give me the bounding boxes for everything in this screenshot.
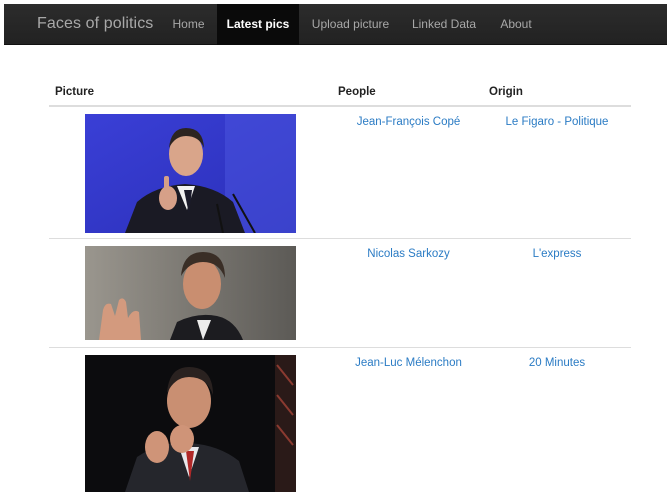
header-origin: Origin bbox=[489, 86, 523, 98]
header-picture: Picture bbox=[55, 86, 94, 98]
table-row: Jean-Luc Mélenchon 20 Minutes bbox=[49, 348, 631, 494]
people-link[interactable]: Jean-François Copé bbox=[338, 116, 479, 128]
top-navbar: Faces of politics Home Latest pics Uploa… bbox=[4, 4, 667, 45]
people-link[interactable]: Jean-Luc Mélenchon bbox=[338, 357, 479, 369]
nav-item-about[interactable]: About bbox=[486, 4, 546, 45]
politician-photo[interactable] bbox=[85, 114, 296, 233]
origin-link[interactable]: 20 Minutes bbox=[489, 357, 625, 369]
nav-item-home[interactable]: Home bbox=[160, 4, 217, 45]
origin-link[interactable]: Le Figaro - Politique bbox=[489, 116, 625, 128]
nav-item-linked-data[interactable]: Linked Data bbox=[402, 4, 486, 45]
people-link[interactable]: Nicolas Sarkozy bbox=[338, 248, 479, 260]
brand-logo-text[interactable]: Faces of politics bbox=[37, 15, 153, 33]
header-people: People bbox=[338, 86, 376, 98]
origin-link[interactable]: L'express bbox=[489, 248, 625, 260]
politician-photo[interactable] bbox=[85, 355, 296, 492]
table-row: Jean-François Copé Le Figaro - Politique bbox=[49, 107, 631, 239]
photo-melenchon bbox=[85, 355, 296, 492]
table-header: Picture People Origin bbox=[49, 78, 631, 107]
nav-item-upload-picture[interactable]: Upload picture bbox=[299, 4, 402, 45]
nav-item-latest-pics[interactable]: Latest pics bbox=[217, 4, 299, 45]
photo-sarkozy bbox=[85, 246, 296, 340]
photo-cope bbox=[85, 114, 296, 233]
table-row: Nicolas Sarkozy L'express bbox=[49, 239, 631, 348]
politician-photo[interactable] bbox=[85, 246, 296, 340]
